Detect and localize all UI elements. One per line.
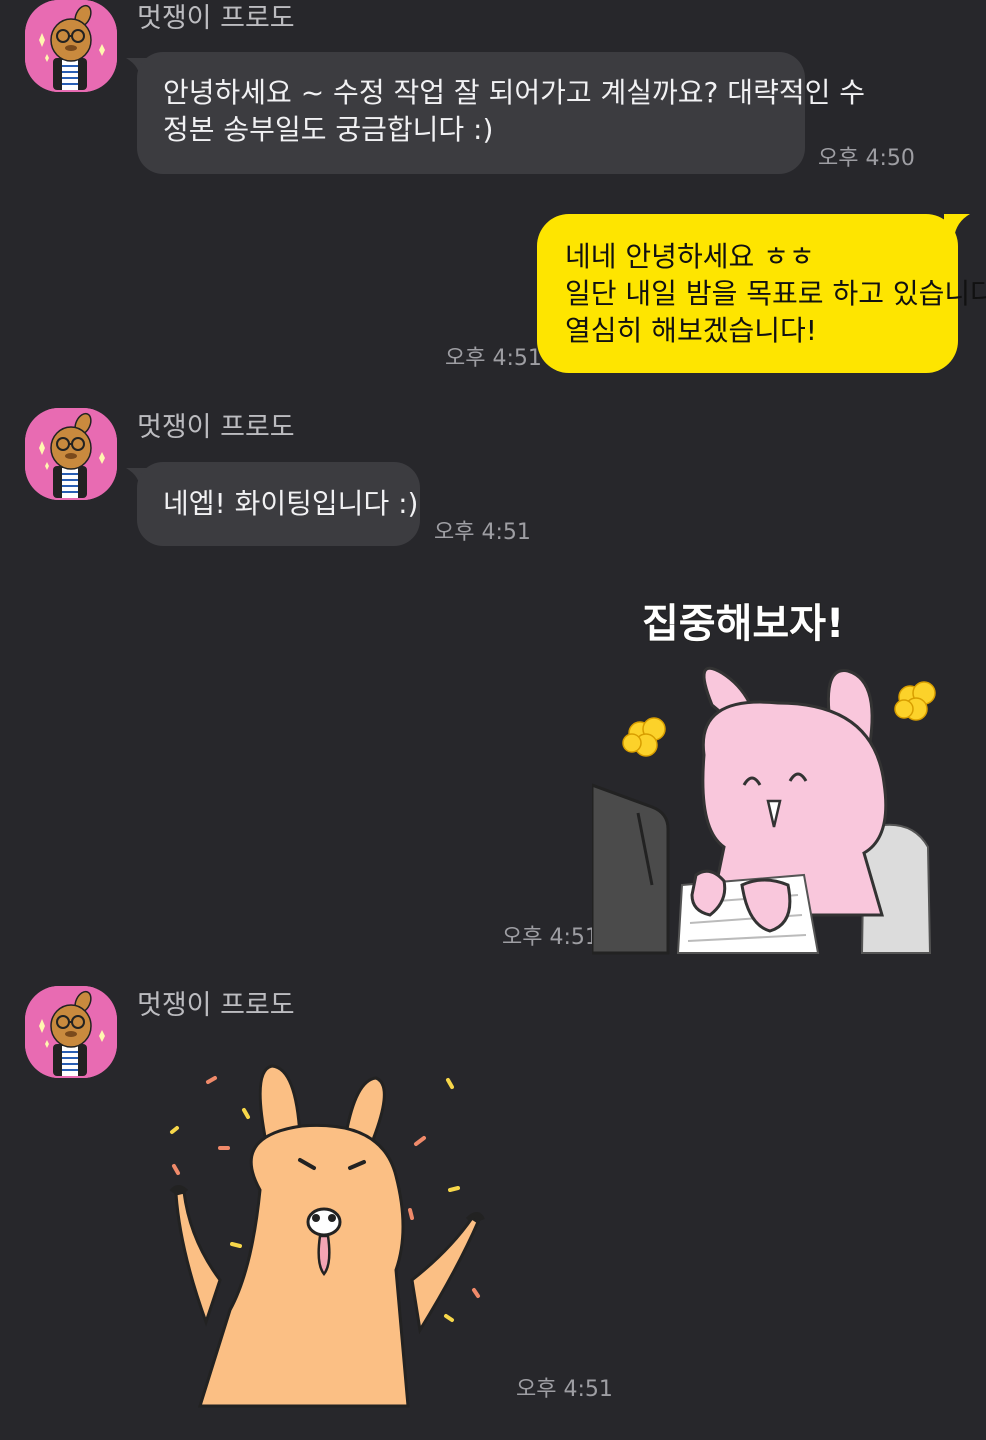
- sender-name: 멋쟁이 프로도: [137, 3, 295, 34]
- frodo-avatar-icon: [25, 986, 117, 1078]
- message-line: 안녕하세요 ~ 수정 작업 잘 되어가고 계실까요? 대략적인 수: [163, 76, 866, 109]
- sticker-caption: 집중해보자!: [642, 601, 844, 647]
- contact-avatar[interactable]: [25, 408, 117, 500]
- message-timestamp: 오후 4:51: [502, 925, 599, 950]
- message-line: 정본 송부일도 궁금합니다 :): [163, 113, 494, 146]
- pink-bunny-typing-sticker[interactable]: 집중해보자!: [592, 585, 944, 955]
- incoming-message-bubble[interactable]: 안녕하세요 ~ 수정 작업 잘 되어가고 계실까요? 대략적인 수 정본 송부일…: [137, 52, 866, 174]
- chat-screen: 멋쟁이 프로도 안녕하세요 ~ 수정 작업 잘 되어가고 계실까요? 대략적인 …: [0, 0, 986, 1440]
- outgoing-bubble-tail: [944, 214, 970, 238]
- incoming-message-bubble[interactable]: 네엡! 화이팅입니다 :): [137, 462, 420, 546]
- contact-avatar[interactable]: [25, 986, 117, 1078]
- contact-avatar[interactable]: [25, 0, 117, 92]
- frodo-avatar-icon: [25, 408, 117, 500]
- frodo-cheering-sticker[interactable]: [160, 1060, 500, 1410]
- sender-name: 멋쟁이 프로도: [137, 990, 295, 1021]
- message-line: 네엡! 화이팅입니다 :): [163, 487, 419, 520]
- message-timestamp: 오후 4:51: [445, 346, 542, 371]
- outgoing-message-bubble[interactable]: 네네 안녕하세요 ㅎㅎ 일단 내일 밤을 목표로 하고 있습니다! 열심히 해보…: [537, 214, 986, 373]
- message-line: 열심히 해보겠습니다!: [565, 314, 817, 347]
- message-timestamp: 오후 4:51: [434, 520, 531, 545]
- message-line: 일단 내일 밤을 목표로 하고 있습니다!: [565, 277, 986, 310]
- sender-name: 멋쟁이 프로도: [137, 412, 295, 443]
- message-line: 네네 안녕하세요 ㅎㅎ: [565, 240, 815, 273]
- frodo-avatar-icon: [25, 0, 117, 92]
- message-timestamp: 오후 4:51: [516, 1377, 613, 1402]
- message-timestamp: 오후 4:50: [818, 146, 915, 171]
